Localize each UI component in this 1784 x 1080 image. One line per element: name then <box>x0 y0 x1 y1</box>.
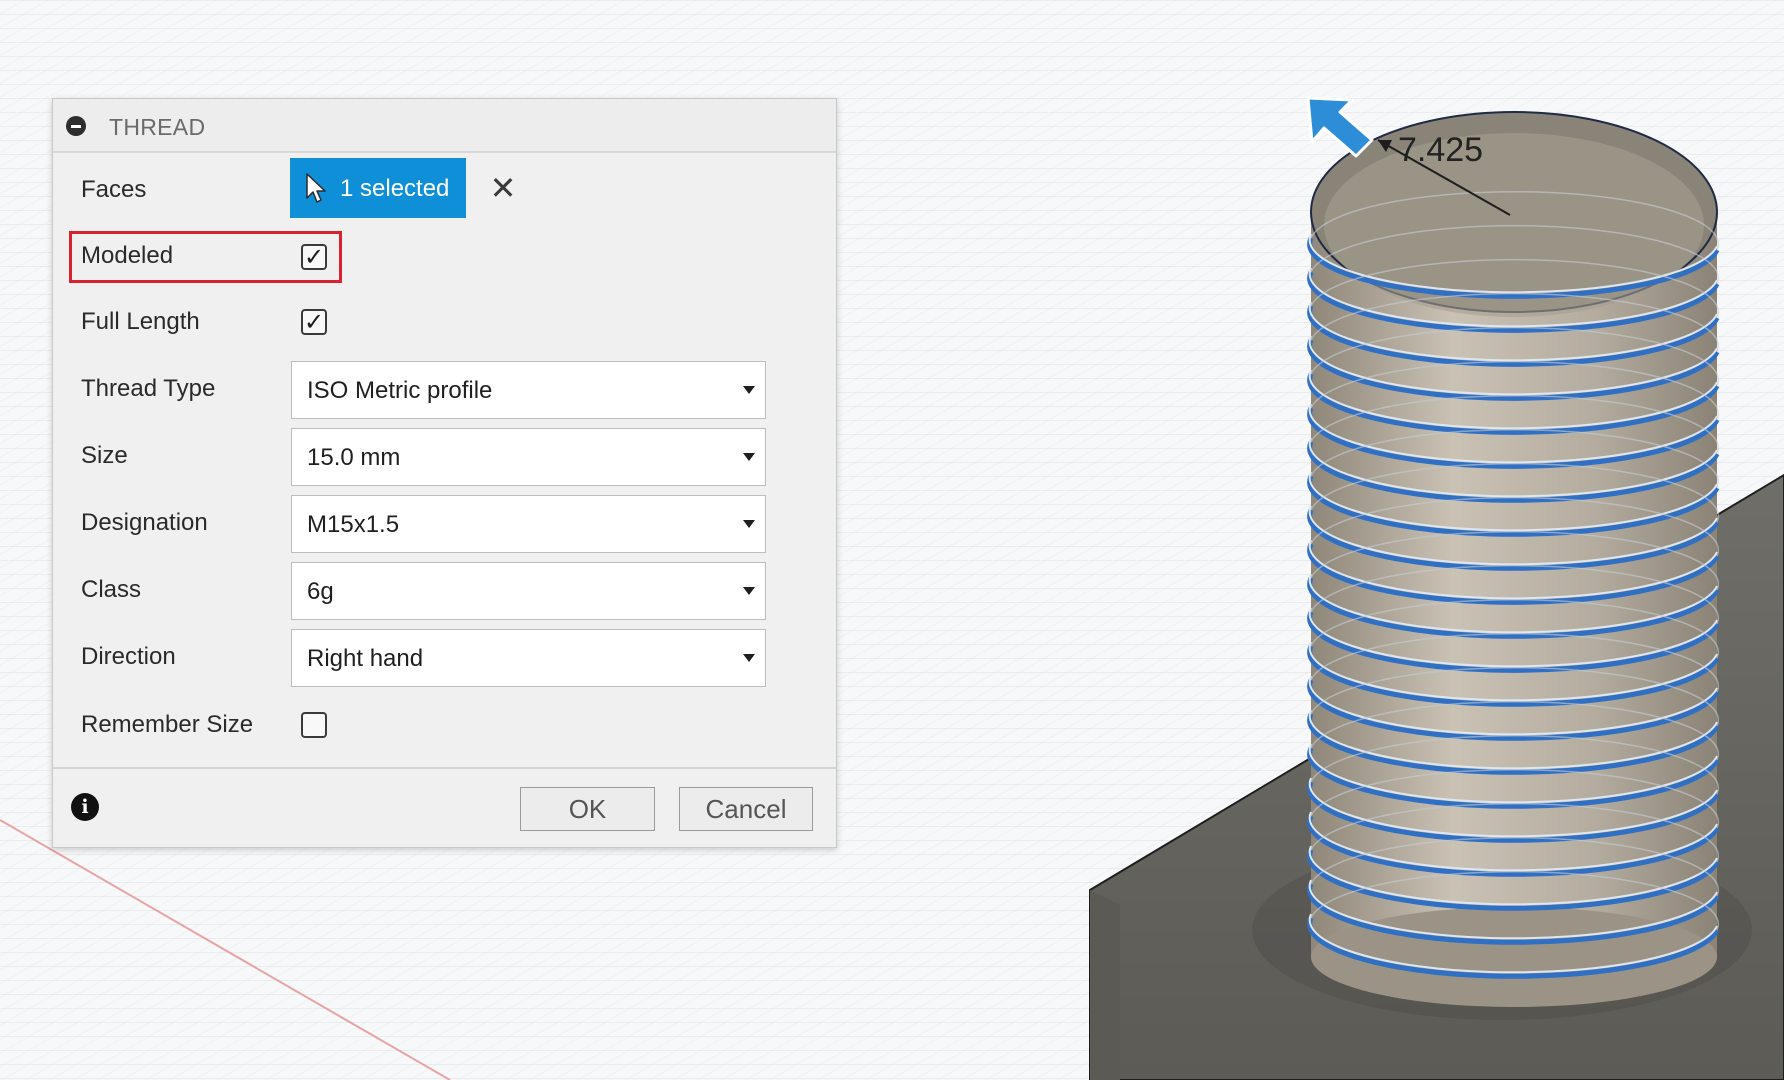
class-value: 6g <box>307 578 334 605</box>
thread-type-value: ISO Metric profile <box>307 377 493 404</box>
dropdown-caret-icon <box>743 654 755 662</box>
dropdown-caret-icon <box>743 386 755 394</box>
designation-value: M15x1.5 <box>307 511 400 538</box>
ok-button[interactable]: OK <box>520 787 655 831</box>
collapse-icon[interactable] <box>66 116 86 136</box>
threaded-cylinder[interactable] <box>1307 111 1720 1007</box>
checkmark-icon: ✓ <box>304 309 325 336</box>
dropdown-caret-icon <box>743 520 755 528</box>
checkmark-icon: ✓ <box>304 244 325 271</box>
block-side-face[interactable] <box>1090 890 1120 1080</box>
modeled-label: Modeled <box>81 242 174 269</box>
direction-value: Right hand <box>307 645 424 672</box>
size-select[interactable]: 15.0 mm <box>291 428 766 486</box>
faces-selection-button[interactable]: 1 selected <box>290 158 466 218</box>
faces-label: Faces <box>81 176 147 203</box>
full-length-label: Full Length <box>81 308 200 335</box>
clear-selection-icon[interactable]: ✕ <box>486 171 520 205</box>
cancel-button[interactable]: Cancel <box>679 787 813 831</box>
thread-type-label: Thread Type <box>81 375 216 402</box>
dimension-value[interactable]: 7.425 <box>1398 131 1483 170</box>
size-value: 15.0 mm <box>307 444 401 471</box>
dropdown-caret-icon <box>743 587 755 595</box>
modeled-checkbox[interactable]: ✓ <box>301 244 327 271</box>
pointer-arrow-icon <box>304 172 330 211</box>
thread-dialog: THREAD Faces 1 selected ✕ Modeled ✓ Full… <box>52 98 837 848</box>
direction-select[interactable]: Right hand <box>291 629 766 687</box>
designation-label: Designation <box>81 509 208 536</box>
full-length-checkbox[interactable]: ✓ <box>301 309 327 336</box>
class-select[interactable]: 6g <box>291 562 766 620</box>
faces-selection-label: 1 selected <box>340 175 450 202</box>
size-label: Size <box>81 442 128 469</box>
direction-label: Direction <box>81 643 176 670</box>
info-icon[interactable]: i <box>71 793 99 821</box>
dialog-footer: i OK Cancel <box>53 767 836 847</box>
designation-select[interactable]: M15x1.5 <box>291 495 766 553</box>
class-label: Class <box>81 576 142 603</box>
remember-size-label: Remember Size <box>81 711 254 738</box>
dialog-header[interactable]: THREAD <box>53 99 836 153</box>
dropdown-caret-icon <box>743 453 755 461</box>
dialog-title: THREAD <box>109 114 206 140</box>
remember-size-checkbox[interactable] <box>301 712 327 738</box>
thread-type-select[interactable]: ISO Metric profile <box>291 361 766 419</box>
